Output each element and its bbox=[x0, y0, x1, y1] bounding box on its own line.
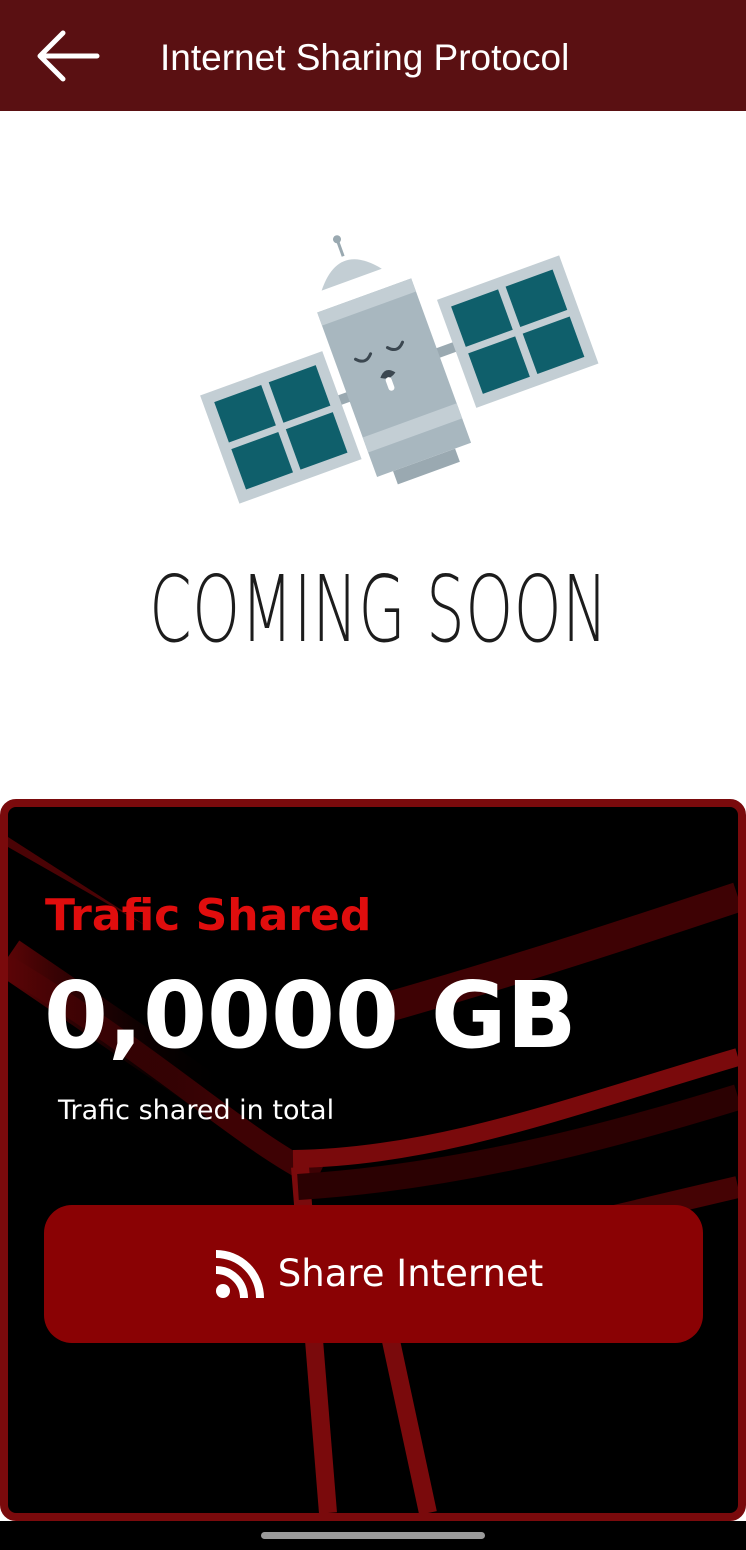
sleeping-satellite-illustration bbox=[200, 235, 599, 504]
traffic-shared-value: 0,0000 GB bbox=[44, 962, 577, 1069]
traffic-shared-title: Trafic Shared bbox=[45, 890, 372, 941]
traffic-shared-caption: Trafic shared in total bbox=[58, 1095, 335, 1126]
home-indicator[interactable] bbox=[261, 1532, 485, 1539]
share-internet-button[interactable]: Share Internet bbox=[44, 1205, 703, 1343]
system-navigation-bar bbox=[0, 1521, 746, 1550]
page-title: Internet Sharing Protocol bbox=[160, 37, 570, 78]
app-screen: Internet Sharing Protocol COMING SOON Tr… bbox=[0, 0, 746, 1550]
coming-soon-text: COMING SOON bbox=[149, 556, 609, 663]
back-button[interactable] bbox=[26, 22, 110, 90]
traffic-card: Trafic Shared 0,0000 GB Trafic shared in… bbox=[0, 799, 746, 1521]
share-internet-label: Share Internet bbox=[277, 1252, 544, 1295]
rss-feed-icon bbox=[214, 1248, 266, 1300]
app-bar: Internet Sharing Protocol bbox=[0, 0, 746, 111]
arrow-left-icon bbox=[37, 30, 100, 82]
